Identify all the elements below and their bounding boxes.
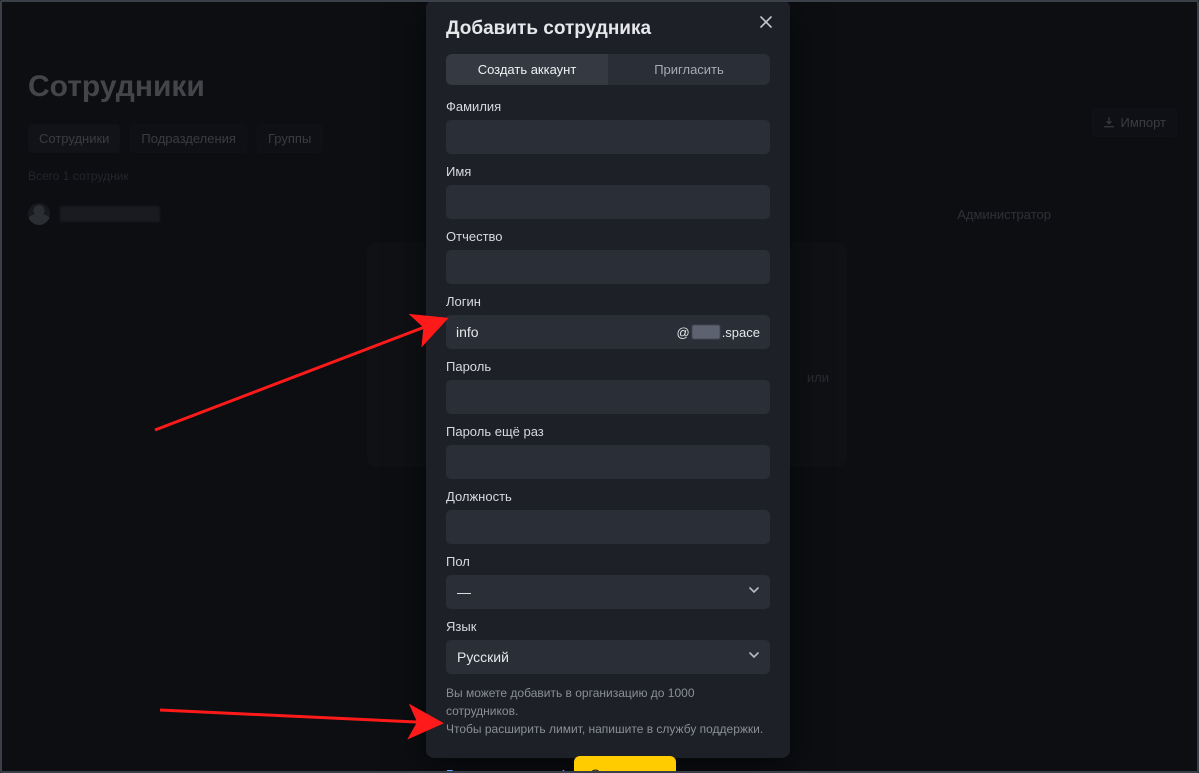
- login-input[interactable]: [446, 324, 676, 340]
- label-patronymic: Отчество: [446, 229, 770, 244]
- gender-select[interactable]: —: [446, 575, 770, 609]
- login-domain-redacted: [692, 325, 720, 339]
- login-suffix-tld: .space: [722, 325, 760, 340]
- tab-create-account[interactable]: Создать аккаунт: [446, 54, 608, 85]
- label-login: Логин: [446, 294, 770, 309]
- patronymic-input[interactable]: [446, 250, 770, 284]
- surname-input[interactable]: [446, 120, 770, 154]
- login-wrap: @ .space: [446, 315, 770, 349]
- language-value: Русский: [457, 649, 509, 665]
- chevron-right-icon: [560, 767, 570, 773]
- name-input[interactable]: [446, 185, 770, 219]
- chevron-down-icon: [748, 648, 760, 666]
- label-password: Пароль: [446, 359, 770, 374]
- tab-invite[interactable]: Пригласить: [608, 54, 770, 85]
- chevron-down-icon: [748, 583, 760, 601]
- label-name: Имя: [446, 164, 770, 179]
- password2-input[interactable]: [446, 445, 770, 479]
- label-language: Язык: [446, 619, 770, 634]
- add-employee-modal: Добавить сотрудника Создать аккаунт Приг…: [426, 0, 790, 758]
- gender-value: —: [457, 584, 471, 600]
- position-input[interactable]: [446, 510, 770, 544]
- limit-hint-2: Чтобы расширить лимит, напишите в службу…: [446, 722, 763, 736]
- language-select[interactable]: Русский: [446, 640, 770, 674]
- limit-hint: Вы можете добавить в организацию до 1000…: [446, 684, 770, 738]
- password-input[interactable]: [446, 380, 770, 414]
- modal-title: Добавить сотрудника: [446, 18, 770, 40]
- label-password2: Пароль ещё раз: [446, 424, 770, 439]
- modal-mode-tabs: Создать аккаунт Пригласить: [446, 54, 770, 85]
- close-icon: [759, 15, 773, 29]
- expand-limit-link[interactable]: Расширить лимит: [446, 767, 570, 773]
- limit-hint-1: Вы можете добавить в организацию до 1000…: [446, 686, 695, 718]
- save-button[interactable]: Сохранить: [574, 756, 676, 773]
- login-suffix: @ .space: [676, 325, 770, 340]
- login-suffix-at: @: [676, 325, 689, 340]
- label-surname: Фамилия: [446, 99, 770, 114]
- label-position: Должность: [446, 489, 770, 504]
- expand-limit-label: Расширить лимит: [446, 767, 554, 773]
- label-gender: Пол: [446, 554, 770, 569]
- close-button[interactable]: [754, 10, 778, 34]
